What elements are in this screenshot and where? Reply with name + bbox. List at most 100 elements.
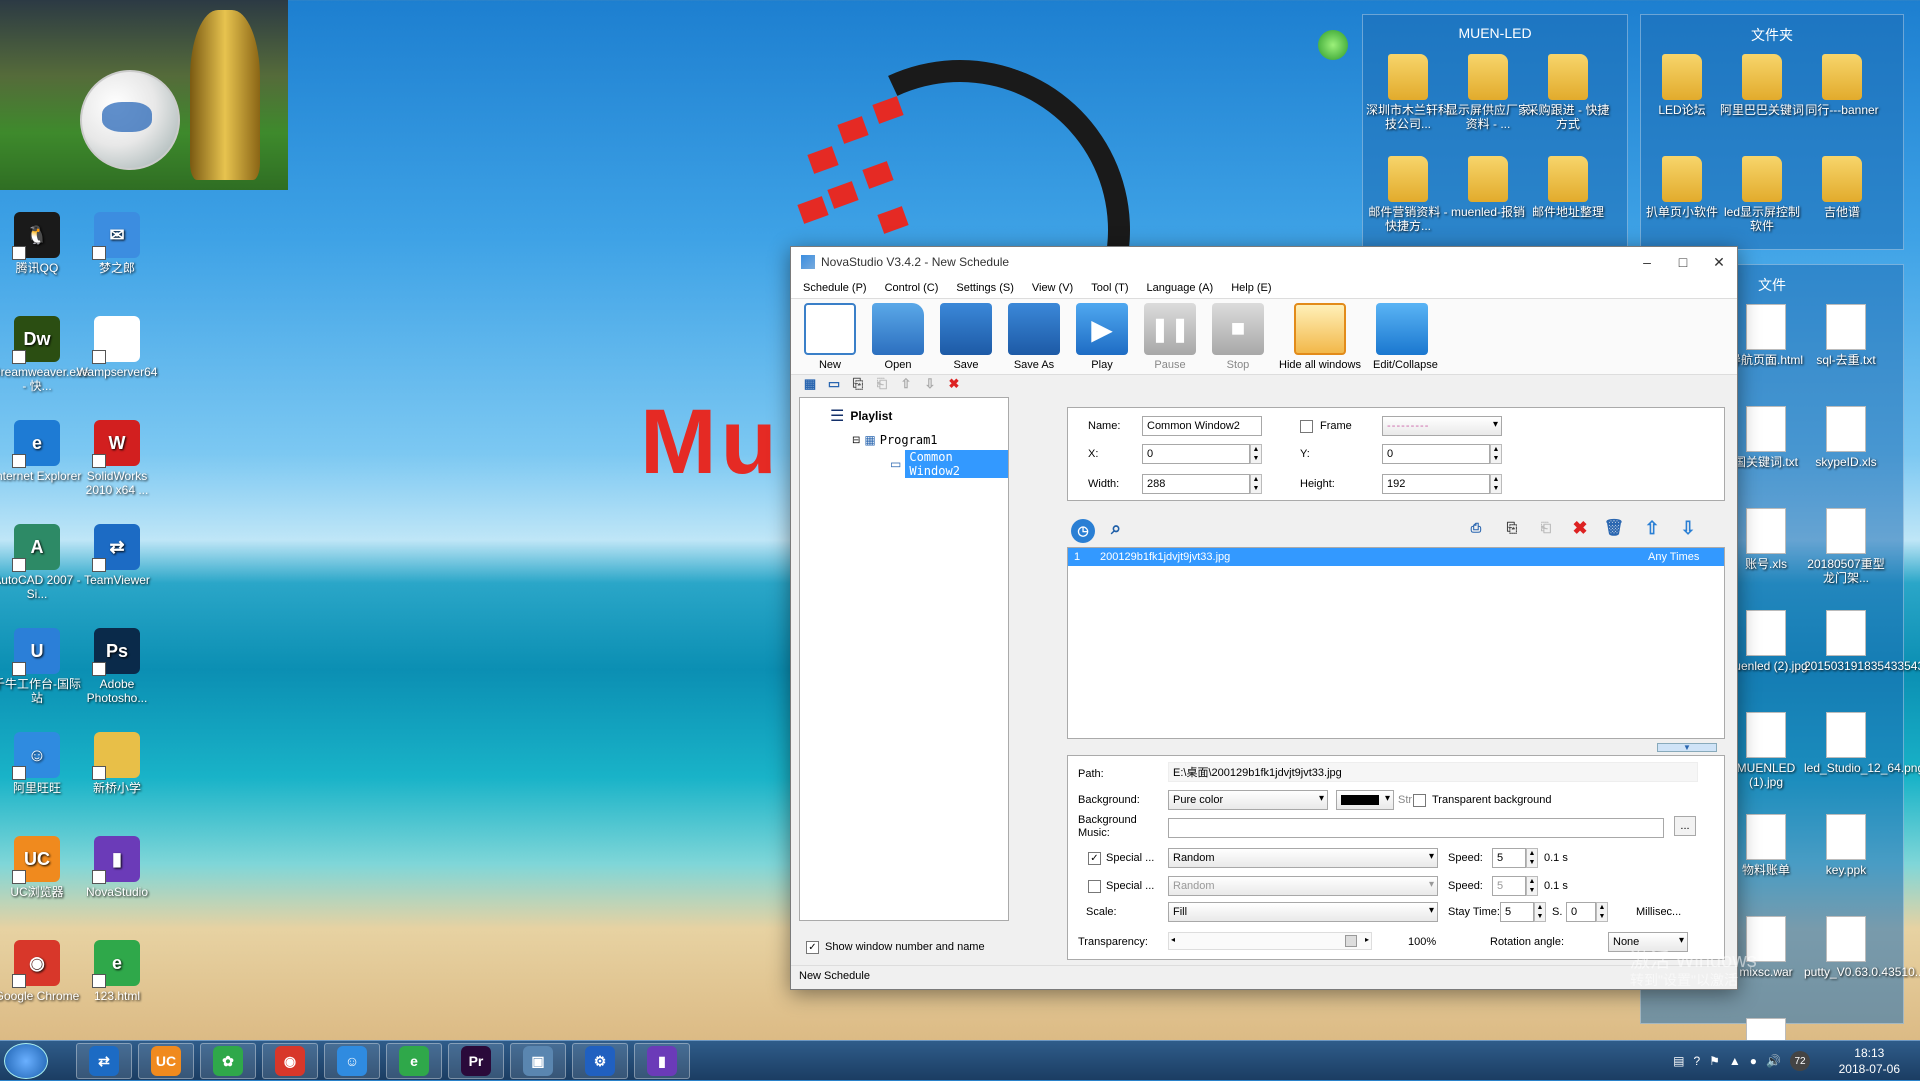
fence-item[interactable]: skypeID.xls	[1804, 406, 1888, 469]
stop-button[interactable]: ■ Stop	[1209, 303, 1267, 371]
move-down-media-icon[interactable]: ⇩	[1679, 518, 1697, 538]
width-spinner[interactable]: ▲ ▼	[1250, 474, 1262, 494]
desktop-icon[interactable]: Wampserver64	[72, 316, 162, 379]
taskbar-item-uc[interactable]: UC	[138, 1043, 194, 1079]
list-splitter-handle[interactable]: ▼	[1657, 743, 1717, 752]
fence-item[interactable]: 阿里巴巴关键词	[1720, 54, 1804, 117]
input-method-icon[interactable]: ●	[1750, 1054, 1757, 1068]
fence-item[interactable]: putty_V0.63.0.43510...	[1804, 916, 1920, 979]
fence-item[interactable]: 同行---banner	[1800, 54, 1884, 117]
taskbar-item-chrome[interactable]: ◉	[262, 1043, 318, 1079]
flag-icon[interactable]: ⚑	[1709, 1054, 1720, 1068]
help-icon[interactable]: ?	[1693, 1054, 1700, 1068]
play-button[interactable]: ▶ Play	[1073, 303, 1131, 371]
fence-item[interactable]: 采购跟进 - 快捷方式	[1526, 54, 1610, 131]
fence-item[interactable]: 邮件营销资料 - 快捷方...	[1366, 156, 1450, 233]
desktop-icon[interactable]: ◉ Google Chrome	[0, 940, 82, 1003]
add-window-icon[interactable]: ▭	[825, 375, 843, 393]
fence-item[interactable]: 扒单页小软件	[1640, 156, 1724, 219]
media-row-selected[interactable]: 1 200129b1fk1jdvjt9jvt33.jpg Any Times	[1068, 548, 1724, 566]
desktop-icon[interactable]: Dw Dreamweaver.exe - 快...	[0, 316, 89, 393]
paste-media-icon[interactable]: ⎗	[1537, 519, 1555, 537]
height-spinner[interactable]: ▲ ▼	[1490, 474, 1502, 494]
taskbar-item-novastudio[interactable]: ▮	[634, 1043, 690, 1079]
frame-checkbox[interactable]	[1300, 420, 1313, 433]
fence-item[interactable]: 显示屏供应厂家资料 - ...	[1446, 54, 1530, 131]
desktop-icon[interactable]: ✉ 梦之郎	[72, 212, 162, 275]
title-bar[interactable]: NovaStudio V3.4.2 - New Schedule – □ ✕	[791, 247, 1737, 277]
recycle-globe-icon[interactable]	[1318, 30, 1348, 60]
start-button[interactable]	[4, 1043, 48, 1079]
background-select[interactable]: Pure color	[1168, 790, 1328, 810]
taskbar-item-wechat[interactable]: ✿	[200, 1043, 256, 1079]
show-window-number-checkbox[interactable]: ✓	[806, 941, 819, 954]
save-button[interactable]: Save	[937, 303, 995, 371]
close-button[interactable]: ✕	[1701, 247, 1737, 277]
tray-badge[interactable]: 72	[1790, 1051, 1810, 1071]
millisec-spinner[interactable]: ▲ ▼	[1596, 902, 1608, 922]
scale-select[interactable]: Fill	[1168, 902, 1438, 922]
minimize-button[interactable]: –	[1629, 247, 1665, 277]
x-spinner[interactable]: ▲ ▼	[1250, 444, 1262, 464]
height-input[interactable]: 192	[1382, 474, 1490, 494]
special2-checkbox[interactable]	[1088, 880, 1101, 893]
trash-icon[interactable]: 🗑	[1604, 519, 1624, 537]
desktop-icon[interactable]: 🐧 腾讯QQ	[0, 212, 82, 275]
special1-select[interactable]: Random	[1168, 848, 1438, 868]
width-input[interactable]: 288	[1142, 474, 1250, 494]
fence-item[interactable]: 吉他谱	[1800, 156, 1884, 219]
transparency-slider-thumb[interactable]	[1345, 935, 1357, 947]
desktop-icon[interactable]: A AutoCAD 2007 - Si...	[0, 524, 82, 601]
desktop-icon[interactable]: e Internet Explorer	[0, 420, 82, 483]
delete-icon[interactable]: ✖	[945, 375, 963, 393]
special2-select[interactable]: Random	[1168, 876, 1438, 896]
fence-item[interactable]: muenled-报销	[1446, 156, 1530, 219]
copy-icon[interactable]: ⎘	[849, 375, 867, 393]
fence-item[interactable]: sql-去重.txt	[1804, 304, 1888, 367]
taskbar-item-baidu[interactable]: ⚙	[572, 1043, 628, 1079]
desktop-icon[interactable]: U 千牛工作台-国际站	[0, 628, 82, 705]
volume-icon[interactable]: 🔊	[1766, 1054, 1781, 1068]
clock[interactable]: 18:13 2018-07-06	[1839, 1045, 1900, 1077]
menu-help[interactable]: Help (E)	[1231, 282, 1271, 294]
desktop-icon[interactable]: 新桥小学	[72, 732, 162, 795]
show-hidden-icons[interactable]: ▲	[1729, 1054, 1741, 1068]
hide-all-windows-button[interactable]: Hide all windows	[1277, 303, 1363, 371]
frame-style-select[interactable]: - - - - - - - - -	[1382, 416, 1502, 436]
millisec-input[interactable]: 0	[1566, 902, 1596, 922]
desktop-icon[interactable]: ☺ 阿里旺旺	[0, 732, 82, 795]
speed1-input[interactable]: 5	[1492, 848, 1526, 868]
speed2-spinner[interactable]: ▲ ▼	[1526, 876, 1538, 896]
search-icon[interactable]: ⌕	[1107, 518, 1125, 538]
transparency-slider[interactable]: ◂ ▸	[1168, 932, 1372, 950]
background-color-picker[interactable]	[1336, 790, 1394, 810]
fence-item[interactable]: 深圳市木兰轩科技公司...	[1366, 54, 1450, 131]
desktop-icon[interactable]: UC UC浏览器	[0, 836, 82, 899]
tree-root[interactable]: ☰ Playlist	[830, 404, 1008, 428]
speed2-input[interactable]: 5	[1492, 876, 1526, 896]
taskbar-item-pr[interactable]: Pr	[448, 1043, 504, 1079]
browse-music-button[interactable]: ...	[1674, 816, 1696, 836]
taskbar-item-teamviewer[interactable]: ⇄	[76, 1043, 132, 1079]
menu-tool[interactable]: Tool (T)	[1091, 282, 1128, 294]
taskbar-item-remote[interactable]: ▣	[510, 1043, 566, 1079]
menu-settings[interactable]: Settings (S)	[956, 282, 1013, 294]
stay-time-input[interactable]: 5	[1500, 902, 1534, 922]
save-as-button[interactable]: Save As	[1005, 303, 1063, 371]
menu-view[interactable]: View (V)	[1032, 282, 1073, 294]
speed1-spinner[interactable]: ▲ ▼	[1526, 848, 1538, 868]
menu-schedule[interactable]: Schedule (P)	[803, 282, 867, 294]
paste-icon[interactable]: ⎗	[873, 375, 891, 393]
desktop-icon[interactable]: ▮ NovaStudio	[72, 836, 162, 899]
menu-language[interactable]: Language (A)	[1147, 282, 1214, 294]
desktop-icon[interactable]: Ps Adobe Photosho...	[72, 628, 162, 705]
x-input[interactable]: 0	[1142, 444, 1250, 464]
fence-item[interactable]: led显示屏控制软件	[1720, 156, 1804, 233]
fence-item[interactable]: 20180507重型龙门架...	[1804, 508, 1888, 585]
taskbar-item-wangwang[interactable]: ☺	[324, 1043, 380, 1079]
fence-item[interactable]: 201503191835433543...	[1804, 610, 1920, 673]
transparent-bg-checkbox[interactable]	[1413, 794, 1426, 807]
fence-item[interactable]: key.ppk	[1804, 814, 1888, 877]
menu-control[interactable]: Control (C)	[885, 282, 939, 294]
desktop-icon[interactable]: e 123.html	[72, 940, 162, 1003]
